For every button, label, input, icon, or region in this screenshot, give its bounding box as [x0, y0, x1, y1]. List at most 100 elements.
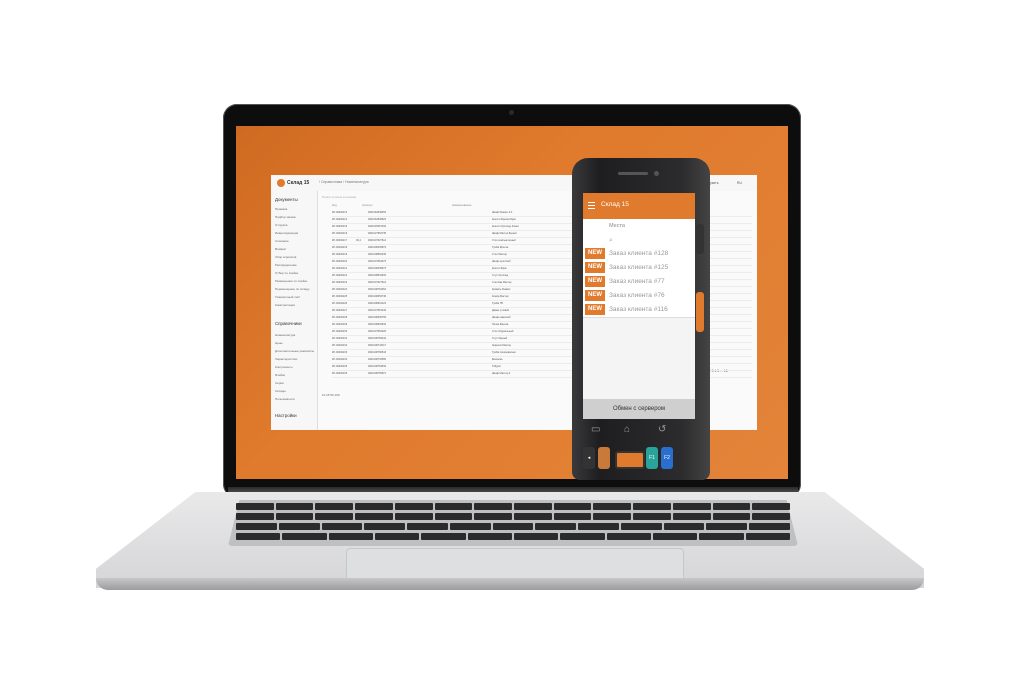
cell-code: КР-00000217	[332, 239, 348, 242]
sidebar-item[interactable]: Характеристики	[275, 357, 297, 361]
cell-code: КР-00000236	[332, 372, 348, 375]
sidebar-item[interactable]: Дополнительные реквизиты	[275, 349, 314, 353]
sidebar-item[interactable]: Номенклатура	[275, 333, 295, 337]
home-nav-icon[interactable]: ⌂	[624, 424, 630, 435]
keyboard-key	[236, 523, 277, 530]
keyboard-key	[560, 533, 605, 540]
front-camera	[654, 171, 659, 176]
cell-barcode: 4600108743217	[368, 344, 387, 347]
table-search-input[interactable]: Поиск по всем колонкам	[322, 195, 472, 201]
column-name[interactable]: Наименование	[452, 203, 471, 207]
sidebar-item[interactable]: Приемка	[275, 207, 287, 211]
keyboard-key	[315, 503, 354, 510]
sidebar-item[interactable]: Инвентаризация	[275, 231, 298, 235]
order-list-item[interactable]: NEW Заказ клиента #76	[583, 289, 695, 304]
sidebar-item[interactable]: Пользователи	[275, 397, 295, 401]
search-field[interactable]: ⌕	[583, 233, 695, 248]
sidebar-item[interactable]: Сбор агрегатов	[275, 255, 296, 259]
logo-icon	[277, 179, 285, 187]
cell-barcode: 4600108534634	[368, 274, 387, 277]
sidebar-item[interactable]: Контрагенты	[275, 365, 293, 369]
cell-code: КР-00000229	[332, 323, 348, 326]
keyboard-key	[394, 513, 433, 520]
cell-name: Стол Мастер	[492, 253, 508, 256]
terminal-screen: Склад 15 Места ⌕ Обмен с сервером NEW Зак…	[583, 193, 695, 419]
places-field[interactable]: Места	[583, 219, 695, 234]
language-select[interactable]: RU	[737, 181, 742, 185]
cell-name: Тумба ТВ	[492, 302, 503, 305]
cell-barcode: 4600108562435	[368, 253, 387, 256]
cell-code: КР-00000224	[332, 288, 348, 291]
cell-code: КР-00000220	[332, 260, 348, 263]
column-code[interactable]: Код	[332, 203, 337, 207]
column-sku[interactable]: Артикул	[362, 203, 372, 207]
cell-code: КР-00000235	[332, 365, 348, 368]
page-size-selector[interactable]: 10 25 50 100	[322, 393, 340, 397]
trackpad[interactable]	[346, 548, 684, 582]
sidebar-item[interactable]: Комплектация	[275, 303, 295, 307]
order-list-item[interactable]: NEW Заказ клиента #77	[583, 275, 695, 290]
scan-trigger-button[interactable]	[696, 292, 704, 332]
sidebar-item[interactable]: Отбор по ячейке	[275, 271, 298, 275]
sidebar-item[interactable]: Серии	[275, 381, 284, 385]
keyboard-key	[672, 513, 711, 520]
keyboard-key	[449, 523, 491, 530]
sidebar-section-settings[interactable]: Настройки	[275, 413, 297, 418]
cell-name: Стол Журнальный	[492, 330, 514, 333]
keyboard-key	[752, 503, 791, 510]
keyboard-key	[620, 523, 662, 530]
center-scan-key[interactable]	[615, 451, 645, 469]
new-badge: NEW	[585, 248, 605, 259]
back-nav-icon[interactable]: ▭	[591, 424, 600, 435]
order-list-item[interactable]: NEW Заказ клиента #125	[583, 261, 695, 276]
sidebar-item[interactable]: Упаковочный лист	[275, 295, 300, 299]
sidebar-item[interactable]: Ячейки	[275, 373, 285, 377]
order-label: Заказ клиента #125	[609, 264, 669, 271]
keyboard-key	[374, 533, 420, 540]
f2-key[interactable]: F2	[661, 447, 673, 469]
keyboard-key	[467, 533, 512, 540]
keyboard-key	[275, 513, 314, 520]
cell-name: Комод Мастер	[492, 295, 509, 298]
left-key[interactable]: ◂	[583, 447, 595, 469]
sidebar-item[interactable]: Цены	[275, 341, 283, 345]
cell-barcode: 4600108645765	[368, 316, 387, 319]
keyboard-key	[421, 533, 466, 540]
sidebar-item[interactable]: Склады	[275, 389, 286, 393]
keyboard-key	[394, 503, 433, 510]
breadcrumb[interactable]: / Справочники / Номенклатура	[319, 180, 369, 184]
cell-barcode: 4600137564373	[368, 260, 387, 263]
menu-icon[interactable]	[588, 202, 595, 211]
order-list-item[interactable]: NEW Заказ клиента #116	[583, 303, 695, 318]
cell-name: Шкаф навесной	[492, 316, 511, 319]
exchange-with-server-button[interactable]: Обмен с сервером	[583, 399, 695, 419]
keyboard-key	[355, 503, 393, 510]
cell-barcode: 4600107615243	[368, 309, 387, 312]
keyboard-key	[492, 523, 534, 530]
cell-barcode: 4600108634532	[368, 323, 387, 326]
sidebar-item[interactable]: Размещение по ячейке	[275, 279, 307, 283]
return-nav-icon[interactable]: ↺	[658, 424, 666, 435]
keyboard-key	[315, 513, 354, 520]
sidebar-item[interactable]: Подбор заказа	[275, 215, 296, 219]
cell-code: КР-00000222	[332, 274, 348, 277]
sidebar-item[interactable]: Перемещение по складу	[275, 287, 309, 291]
cell-barcode: 4600108764364	[368, 288, 387, 291]
order-list-item[interactable]: NEW Заказ клиента #128	[583, 247, 695, 262]
sidebar-section-documents[interactable]: Документы	[275, 197, 298, 202]
cell-code: КР-00000221	[332, 267, 348, 270]
sidebar-item[interactable]: Списание	[275, 239, 289, 243]
sidebar-section-references[interactable]: Справочники	[275, 321, 302, 326]
function-key[interactable]	[598, 447, 610, 469]
cell-barcode: 4600108765871	[368, 372, 387, 375]
cell-name: Стеллаж Мастер	[492, 281, 512, 284]
side-button[interactable]	[696, 224, 704, 254]
cell-name: Тумба Фреска	[492, 246, 509, 249]
cell-name: Кресло Фреска Брик	[492, 218, 516, 221]
sidebar-item[interactable]: Возврат	[275, 247, 286, 251]
cell-barcode: 4600145367634	[368, 225, 387, 228]
f1-key[interactable]: F1	[646, 447, 658, 469]
sidebar-item[interactable]: Отгрузка	[275, 223, 287, 227]
sidebar-item[interactable]: Распределение	[275, 263, 297, 267]
cell-barcode: 4600108766543	[368, 351, 387, 354]
